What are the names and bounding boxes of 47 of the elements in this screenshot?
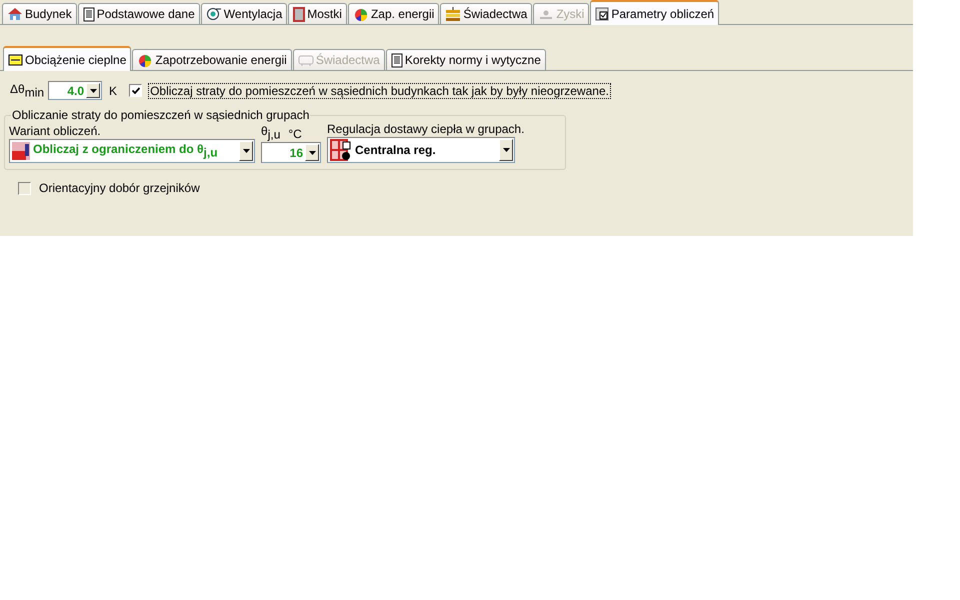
combo-value: 4.0	[67, 84, 84, 98]
pie-chart-icon	[137, 52, 154, 68]
calculator-icon	[595, 6, 610, 20]
document-icon	[390, 52, 403, 68]
checkbox[interactable]	[18, 182, 31, 194]
tab[interactable]: Budynek	[2, 3, 77, 24]
fan-icon	[206, 7, 222, 21]
radiator-icon	[298, 54, 314, 66]
wall-icon	[293, 6, 306, 22]
caret-icon	[90, 88, 97, 92]
combo-value: 16	[290, 146, 303, 160]
tab[interactable]: Obciążenie cieplne	[3, 46, 132, 71]
checkbox-label: Obliczaj straty do pomieszczeń w sąsiednich budynkach tak jak by były nieogrzewane.	[148, 82, 611, 98]
variant-label: Wariant obliczeń.	[9, 124, 102, 138]
rectangle-icon	[8, 54, 23, 66]
delta-min-dropdown[interactable]: 4.0	[48, 81, 102, 100]
dropdown-button[interactable]	[239, 141, 253, 161]
tab[interactable]: Podstawowe dane	[78, 3, 200, 24]
checkbox[interactable]	[129, 84, 142, 97]
regulation-dropdown[interactable]: Centralna reg.	[327, 137, 515, 163]
tab[interactable]: Wentylacja	[200, 3, 288, 24]
tab[interactable]: Parametry obliczeń	[590, 0, 720, 25]
dropdown-button[interactable]	[86, 83, 100, 98]
tab[interactable]: Korekty normy i wytyczne	[386, 49, 546, 70]
combo-value: Centralna reg.	[355, 143, 436, 157]
grid-icon	[330, 139, 352, 161]
document-icon	[82, 6, 95, 22]
stack-icon	[445, 6, 462, 22]
caret-icon	[502, 148, 510, 152]
regulation-label: Regulacja dostawy ciepła w grupach.	[327, 122, 524, 136]
house-icon	[7, 7, 23, 21]
tab[interactable]: Zap. energii	[348, 3, 440, 24]
unit-label: °C	[288, 127, 302, 141]
tab[interactable]: Zapotrzebowanie energii	[132, 49, 292, 70]
heating-icon	[12, 142, 30, 160]
check-icon	[132, 87, 140, 94]
checkbox-label: Orientacyjny dobór grzejników	[38, 180, 201, 196]
tab[interactable]: Świadectwa	[440, 3, 532, 24]
pie-chart-icon	[352, 6, 369, 22]
theta-dropdown[interactable]: 16	[261, 142, 321, 163]
dropdown-button[interactable]	[305, 144, 319, 161]
unit-label: K	[109, 84, 118, 98]
caret-icon	[242, 149, 250, 153]
group-title: Obliczanie straty do pomieszczeń w sąsiednich grupach	[11, 108, 310, 122]
tab[interactable]: Mostki	[288, 3, 347, 24]
dropdown-button[interactable]	[499, 139, 513, 161]
caret-icon	[308, 150, 316, 154]
